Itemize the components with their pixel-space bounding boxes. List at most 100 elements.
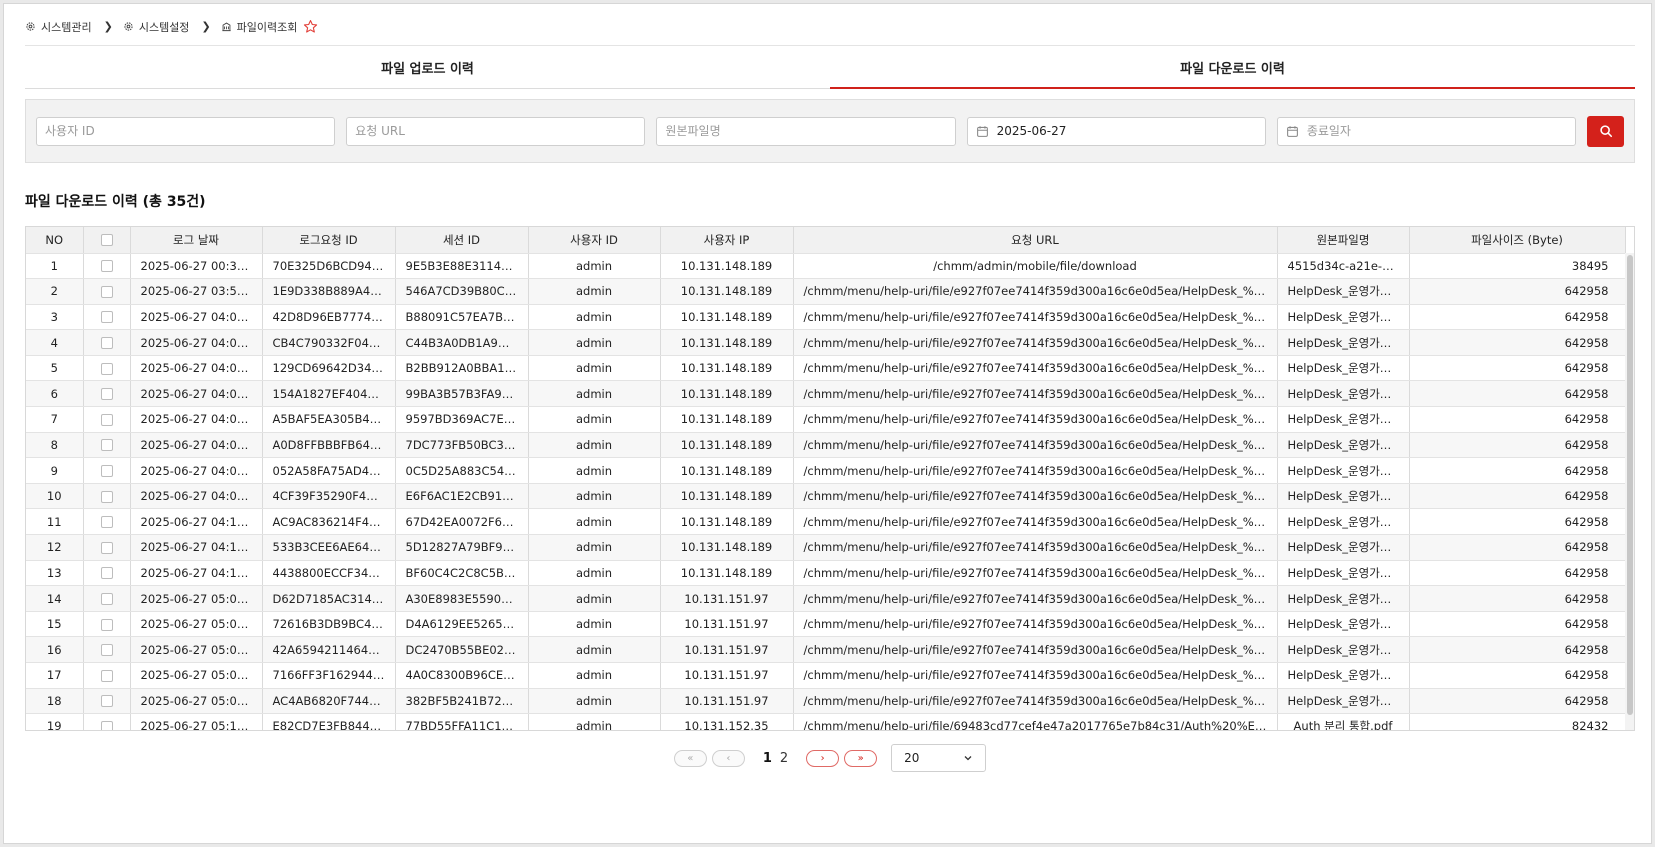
row-checkbox[interactable] <box>100 516 113 529</box>
table-row[interactable]: 9 2025-06-27 04:09:54 052A58FA75AD497C... 0… <box>26 457 1626 484</box>
table-row[interactable]: 6 2025-06-27 04:09:33 154A1827EF404E00... 9… <box>26 380 1626 408</box>
table-row[interactable]: 2 2025-06-27 03:58:43 1E9D338B889A4215... 5… <box>26 278 1626 305</box>
original-filename-input[interactable] <box>665 124 947 138</box>
table-row[interactable]: 11 2025-06-27 04:10:01 AC9AC836214F4498...… <box>26 508 1626 536</box>
next-page-button[interactable]: › <box>806 749 840 767</box>
row-checkbox[interactable] <box>100 669 113 682</box>
cell-select <box>83 688 131 715</box>
table-row[interactable]: 17 2025-06-27 05:06:19 7166FF3F162944F9A..… <box>26 662 1626 689</box>
cell-session-id: BF60C4C2C8C5B427... <box>395 560 529 587</box>
table-row[interactable]: 7 2025-06-27 04:09:41 A5BAF5EA305B4FAA... 9… <box>26 406 1626 433</box>
breadcrumb-item-system-settings[interactable]: 시스템설정 <box>123 19 189 35</box>
breadcrumb-item-file-history[interactable]: 파일이력조회 <box>221 19 297 35</box>
end-date-field[interactable] <box>1276 116 1577 146</box>
tab-upload-history[interactable]: 파일 업로드 이력 <box>25 46 830 88</box>
cell-log-date: 2025-06-27 04:09:56 <box>130 483 263 510</box>
cell-log-request-id: 052A58FA75AD497C... <box>262 457 396 484</box>
cell-file-size: 642958 <box>1409 432 1626 459</box>
table-row[interactable]: 14 2025-06-27 05:02:17 D62D7185AC31401... A… <box>26 585 1626 612</box>
cell-log-request-id: E82CD7E3FB84431D... <box>262 713 396 730</box>
table-row[interactable]: 12 2025-06-27 04:10:11 533B3CEE6AE640A9...… <box>26 534 1626 561</box>
cell-original-filename: HelpDesk_운영가이... <box>1277 636 1410 663</box>
row-checkbox[interactable] <box>100 490 113 503</box>
table-row[interactable]: 13 2025-06-27 04:10:20 4438800ECCF3417E...… <box>26 560 1626 587</box>
breadcrumb: 시스템관리 ❯ 시스템설정 ❯ 파일이력조회 <box>25 4 1635 46</box>
breadcrumb-item-system-admin[interactable]: 시스템관리 <box>25 19 92 35</box>
page-size-select[interactable]: 20 <box>891 744 987 772</box>
cell-no: 5 <box>26 355 84 382</box>
start-date-field[interactable] <box>966 116 1266 146</box>
table-row[interactable]: 3 2025-06-27 04:00:43 42D8D96EB7774904... B… <box>26 304 1626 331</box>
cell-file-size: 642958 <box>1409 636 1626 663</box>
column-header-user-id[interactable]: 사용자 ID <box>528 227 661 254</box>
select-all-checkbox[interactable] <box>100 234 113 247</box>
row-checkbox[interactable] <box>100 567 113 580</box>
cell-select <box>83 304 131 331</box>
cell-log-date: 2025-06-27 04:00:43 <box>130 304 263 331</box>
scrollbar-thumb[interactable] <box>1627 255 1633 715</box>
row-checkbox[interactable] <box>100 439 113 452</box>
row-checkbox[interactable] <box>100 285 113 298</box>
cell-log-request-id: 4438800ECCF3417E... <box>262 560 396 587</box>
table-row[interactable]: 18 2025-06-27 05:06:21 AC4AB6820F744747...… <box>26 688 1626 715</box>
column-header-session-id[interactable]: 세션 ID <box>395 227 529 254</box>
row-checkbox[interactable] <box>100 541 113 554</box>
page-number-1[interactable]: 1 <box>763 751 772 766</box>
first-page-button[interactable]: « <box>673 749 707 767</box>
star-icon[interactable] <box>303 19 318 34</box>
table-row[interactable]: 16 2025-06-27 05:02:47 42A6594211464080...… <box>26 636 1626 663</box>
cell-file-size: 642958 <box>1409 611 1626 638</box>
cell-original-filename: HelpDesk_운영가이... <box>1277 304 1410 331</box>
column-header-log-request-id[interactable]: 로그요청 ID <box>262 227 396 254</box>
row-checkbox[interactable] <box>100 618 113 631</box>
row-checkbox[interactable] <box>100 465 113 478</box>
row-checkbox[interactable] <box>100 720 113 730</box>
table-scrollbar[interactable] <box>1625 253 1634 730</box>
tab-download-history[interactable]: 파일 다운로드 이력 <box>830 46 1635 89</box>
prev-page-button[interactable]: ‹ <box>711 749 745 767</box>
request-url-input[interactable] <box>355 124 637 138</box>
row-checkbox[interactable] <box>100 337 113 350</box>
table-row[interactable]: 15 2025-06-27 05:02:29 72616B3DB9BC4315...… <box>26 611 1626 638</box>
table-row[interactable]: 4 2025-06-27 04:07:49 CB4C790332F0452B... C… <box>26 329 1626 356</box>
cell-user-id: admin <box>528 432 661 459</box>
column-header-original-filename[interactable]: 원본파일명 <box>1277 227 1410 254</box>
cell-no: 9 <box>26 457 84 484</box>
table-row[interactable]: 10 2025-06-27 04:09:56 4CF39F35290F44229..… <box>26 483 1626 510</box>
row-checkbox[interactable] <box>100 644 113 657</box>
column-header-request-url[interactable]: 요청 URL <box>793 227 1278 254</box>
user-id-input[interactable] <box>45 124 327 138</box>
cell-log-date: 2025-06-27 04:09:54 <box>130 457 263 484</box>
column-header-no[interactable]: NO <box>26 227 84 254</box>
table-row[interactable]: 5 2025-06-27 04:07:56 129CD69642D34017... B… <box>26 355 1626 382</box>
table-row[interactable]: 19 2025-06-27 05:19:04 E82CD7E3FB84431D...… <box>26 713 1626 730</box>
column-header-user-ip[interactable]: 사용자 IP <box>660 227 794 254</box>
start-date-input[interactable] <box>996 124 1257 138</box>
table-row[interactable]: 8 2025-06-27 04:09:49 A0D8FFBBBFB6489B... 7… <box>26 432 1626 459</box>
page-number-2[interactable]: 2 <box>780 751 788 766</box>
cell-user-ip: 10.131.148.189 <box>660 483 794 510</box>
cell-log-date: 2025-06-27 04:10:01 <box>130 508 263 536</box>
row-checkbox[interactable] <box>100 388 113 401</box>
row-checkbox[interactable] <box>100 413 113 426</box>
download-history-table: NO 로그 날짜 로그요청 ID 세션 ID 사용자 ID 사용자 IP 요청 … <box>25 226 1635 731</box>
column-header-file-size[interactable]: 파일사이즈 (Byte) <box>1409 227 1626 254</box>
row-checkbox[interactable] <box>100 260 113 273</box>
cell-user-ip: 10.131.148.189 <box>660 329 794 356</box>
table-row[interactable]: 1 2025-06-27 00:31:08 70E325D6BCD94E09... 9… <box>26 253 1626 280</box>
row-checkbox[interactable] <box>100 362 113 375</box>
cell-session-id: 77BD55FFA11C15CE... <box>395 713 529 730</box>
last-page-button[interactable]: » <box>844 749 878 767</box>
end-date-input[interactable] <box>1306 124 1568 138</box>
row-checkbox[interactable] <box>100 695 113 708</box>
search-button[interactable] <box>1587 115 1625 147</box>
row-checkbox[interactable] <box>100 593 113 606</box>
cell-user-ip: 10.131.148.189 <box>660 457 794 484</box>
cell-request-url: /chmm/menu/help-uri/file/e927f07ee7414f3… <box>793 636 1278 663</box>
cell-select <box>83 662 131 689</box>
row-checkbox[interactable] <box>100 311 113 324</box>
cell-no: 12 <box>26 534 84 561</box>
cell-request-url: /chmm/menu/help-uri/file/e927f07ee7414f3… <box>793 406 1278 433</box>
column-header-log-date[interactable]: 로그 날짜 <box>130 227 263 254</box>
table-header-row: NO 로그 날짜 로그요청 ID 세션 ID 사용자 ID 사용자 IP 요청 … <box>26 227 1626 254</box>
